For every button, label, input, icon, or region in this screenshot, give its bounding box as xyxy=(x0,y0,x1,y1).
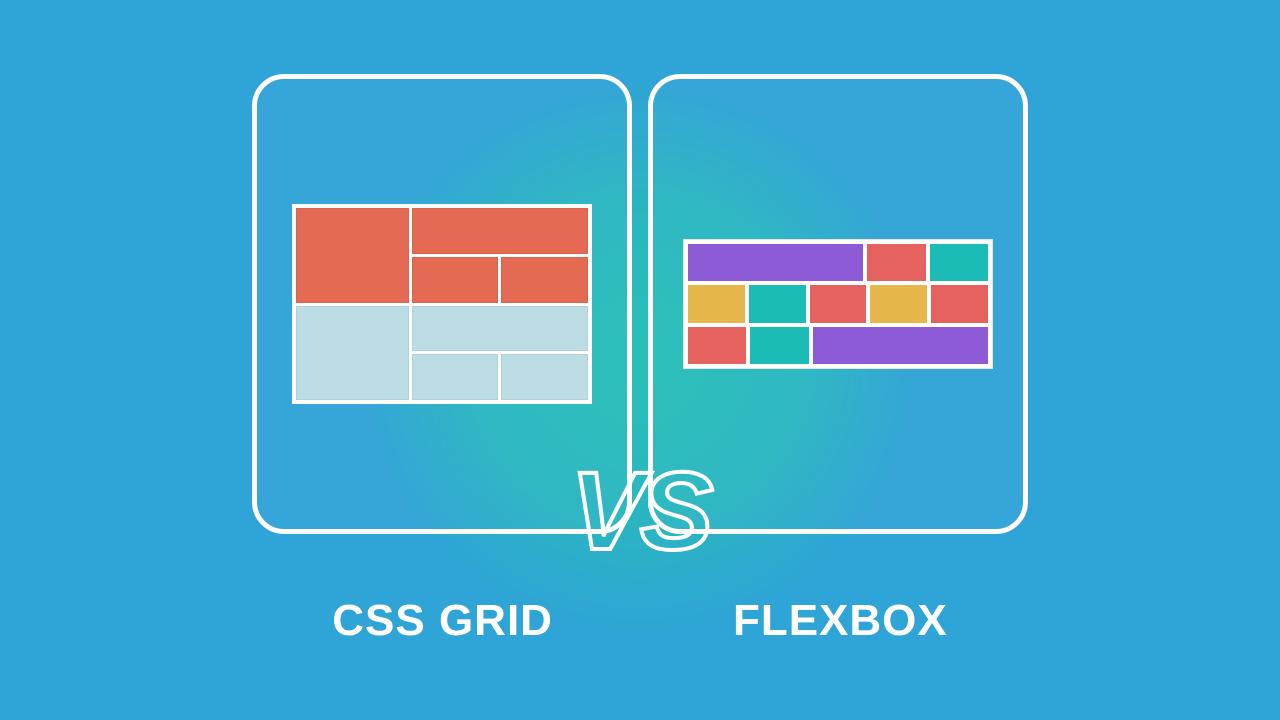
grid-cell xyxy=(296,208,409,303)
comparison-stage: VS CSS GRID FLEXBOX xyxy=(0,0,1280,720)
grid-cell xyxy=(296,306,409,401)
flex-cell xyxy=(813,327,988,364)
grid-cell xyxy=(501,354,588,400)
versus-text: VS xyxy=(571,457,710,567)
flex-cell xyxy=(930,244,988,281)
flex-cell xyxy=(749,285,806,322)
grid-cell xyxy=(412,257,499,303)
flex-cell xyxy=(870,285,927,322)
captions-row: CSS GRID FLEXBOX xyxy=(332,596,948,646)
css-grid-demo xyxy=(292,204,592,404)
flex-cell xyxy=(810,285,867,322)
grid-cell xyxy=(501,257,588,303)
flex-row xyxy=(688,327,988,364)
flexbox-demo xyxy=(683,239,993,369)
flex-cell xyxy=(688,327,746,364)
caption-css-grid: CSS GRID xyxy=(332,596,553,646)
caption-flexbox: FLEXBOX xyxy=(733,596,948,646)
flex-cell xyxy=(750,327,808,364)
flex-cell xyxy=(931,285,988,322)
grid-cell xyxy=(412,354,499,400)
versus-badge: VS xyxy=(571,457,710,567)
flex-cell xyxy=(867,244,925,281)
flex-row xyxy=(688,285,988,322)
flex-row xyxy=(688,244,988,281)
flex-cell xyxy=(688,285,745,322)
panels-row: VS xyxy=(252,74,1028,534)
grid-cell xyxy=(412,306,588,352)
grid-cell xyxy=(412,208,588,254)
flex-cell xyxy=(688,244,863,281)
